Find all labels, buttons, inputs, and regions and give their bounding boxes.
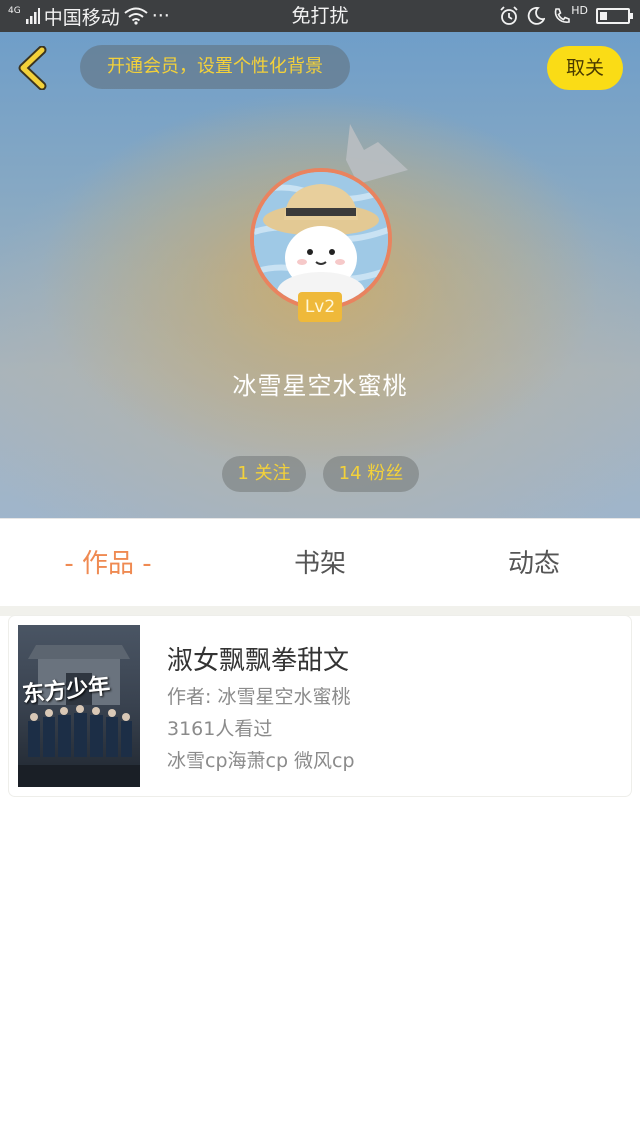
tab-activity[interactable]: 动态: [464, 519, 604, 607]
phone-icon: [554, 8, 571, 23]
carrier-name: 中国移动: [43, 6, 120, 29]
battery-icon: [596, 8, 633, 24]
book-view-count: 3161人看过: [167, 718, 273, 740]
status-bar: 4G 中国移动 ··· 免打扰 HD: [0, 0, 640, 32]
signal-icon: [25, 8, 40, 24]
following-count-button[interactable]: 1 关注: [222, 456, 306, 492]
unfollow-button[interactable]: 取关: [547, 46, 623, 90]
wifi-icon: [124, 7, 148, 25]
avatar[interactable]: [250, 168, 392, 310]
alarm-icon: [500, 6, 518, 25]
more-indicator: ···: [151, 5, 170, 27]
profile-tabs: - 作品 - 书架 动态: [0, 518, 640, 606]
hd-label: HD: [571, 3, 588, 17]
avatar-image: [254, 172, 388, 306]
battery-level: [600, 12, 607, 20]
profile-header: 开通会员，设置个性化背景 取关 Lv2 冰雪星空水蜜桃 1 关注 14 粉丝: [0, 32, 640, 518]
tab-works[interactable]: - 作品 -: [40, 519, 176, 607]
back-button[interactable]: [14, 45, 54, 91]
book-tags: 冰雪cp海萧cp 微风cp: [167, 750, 355, 772]
fans-count-button[interactable]: 14 粉丝: [323, 456, 419, 492]
book-title[interactable]: 淑女飘飘拳甜文: [167, 640, 349, 677]
moon-icon: [528, 7, 546, 25]
network-type-label: 4G: [8, 5, 21, 16]
hd-call-indicator: HD: [553, 3, 588, 25]
book-card[interactable]: 东方少年 淑女飘飘拳甜文 作者: 冰雪星空水蜜桃 3161人看过 冰雪cp海萧c…: [9, 616, 631, 796]
username: 冰雪星空水蜜桃: [232, 372, 408, 400]
vip-background-prompt[interactable]: 开通会员，设置个性化背景: [80, 45, 350, 89]
status-bar-right: HD: [499, 0, 633, 32]
chevron-left-icon: [18, 45, 47, 91]
status-bar-left: 4G 中国移动 ···: [8, 0, 170, 32]
level-badge: Lv2: [298, 292, 342, 322]
section-divider: [0, 606, 640, 616]
book-author: 作者: 冰雪星空水蜜桃: [167, 686, 351, 708]
tab-bookshelf[interactable]: 书架: [250, 519, 390, 607]
book-cover[interactable]: 东方少年: [18, 625, 140, 787]
